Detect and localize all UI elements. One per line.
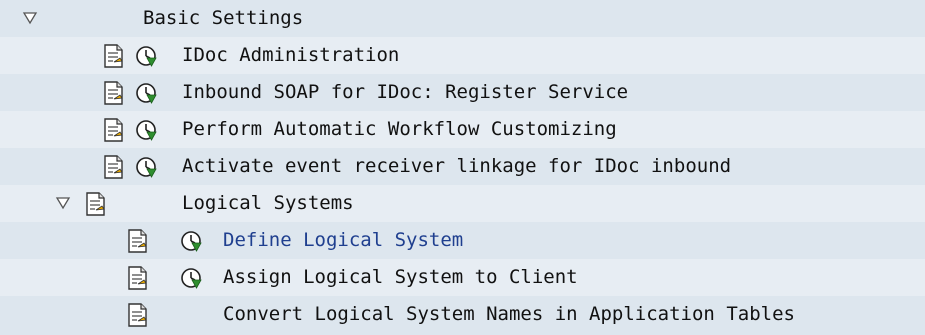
tree-row-inbound-soap-register-service[interactable]: Inbound SOAP for IDoc: Register Service <box>0 74 925 111</box>
document-icon[interactable] <box>101 43 127 69</box>
tree-row-basic-settings[interactable]: Basic Settings <box>0 0 925 37</box>
tree-row-define-logical-system[interactable]: Define Logical System <box>0 222 925 259</box>
document-icon[interactable] <box>101 117 127 143</box>
document-icon[interactable] <box>101 80 127 106</box>
tree-row-convert-logical-system-names[interactable]: Convert Logical System Names in Applicat… <box>0 296 925 335</box>
tree-row-label: Activate event receiver linkage for IDoc… <box>182 155 732 177</box>
document-icon[interactable] <box>83 191 109 217</box>
tree-row-logical-systems[interactable]: Logical Systems <box>0 185 925 222</box>
triangle-down-icon[interactable] <box>55 195 71 211</box>
execute-clock-icon[interactable] <box>134 155 158 179</box>
execute-clock-icon[interactable] <box>179 266 203 290</box>
tree-row-perform-automatic-workflow-customizing[interactable]: Perform Automatic Workflow Customizing <box>0 111 925 148</box>
tree-row-idoc-administration[interactable]: IDoc Administration <box>0 37 925 74</box>
execute-clock-icon[interactable] <box>134 44 158 68</box>
document-icon[interactable] <box>101 154 127 180</box>
tree-row-label: Basic Settings <box>143 7 304 29</box>
img-tree: Basic Settings IDoc Administration Inbou… <box>0 0 925 335</box>
tree-row-label: Perform Automatic Workflow Customizing <box>182 118 617 140</box>
tree-row-label: Logical Systems <box>182 192 354 214</box>
document-icon[interactable] <box>125 228 151 254</box>
execute-clock-icon[interactable] <box>134 118 158 142</box>
document-icon[interactable] <box>125 302 151 328</box>
document-icon[interactable] <box>125 265 151 291</box>
tree-row-label: Inbound SOAP for IDoc: Register Service <box>182 81 629 103</box>
execute-clock-icon[interactable] <box>179 229 203 253</box>
tree-row-activate-event-receiver-linkage[interactable]: Activate event receiver linkage for IDoc… <box>0 148 925 185</box>
tree-row-assign-logical-system-to-client[interactable]: Assign Logical System to Client <box>0 259 925 296</box>
tree-row-label: IDoc Administration <box>182 44 400 66</box>
execute-clock-icon[interactable] <box>134 81 158 105</box>
tree-row-label: Convert Logical System Names in Applicat… <box>223 303 795 325</box>
triangle-down-icon[interactable] <box>22 10 38 26</box>
tree-row-label[interactable]: Define Logical System <box>223 222 463 259</box>
tree-row-label: Assign Logical System to Client <box>223 266 578 288</box>
